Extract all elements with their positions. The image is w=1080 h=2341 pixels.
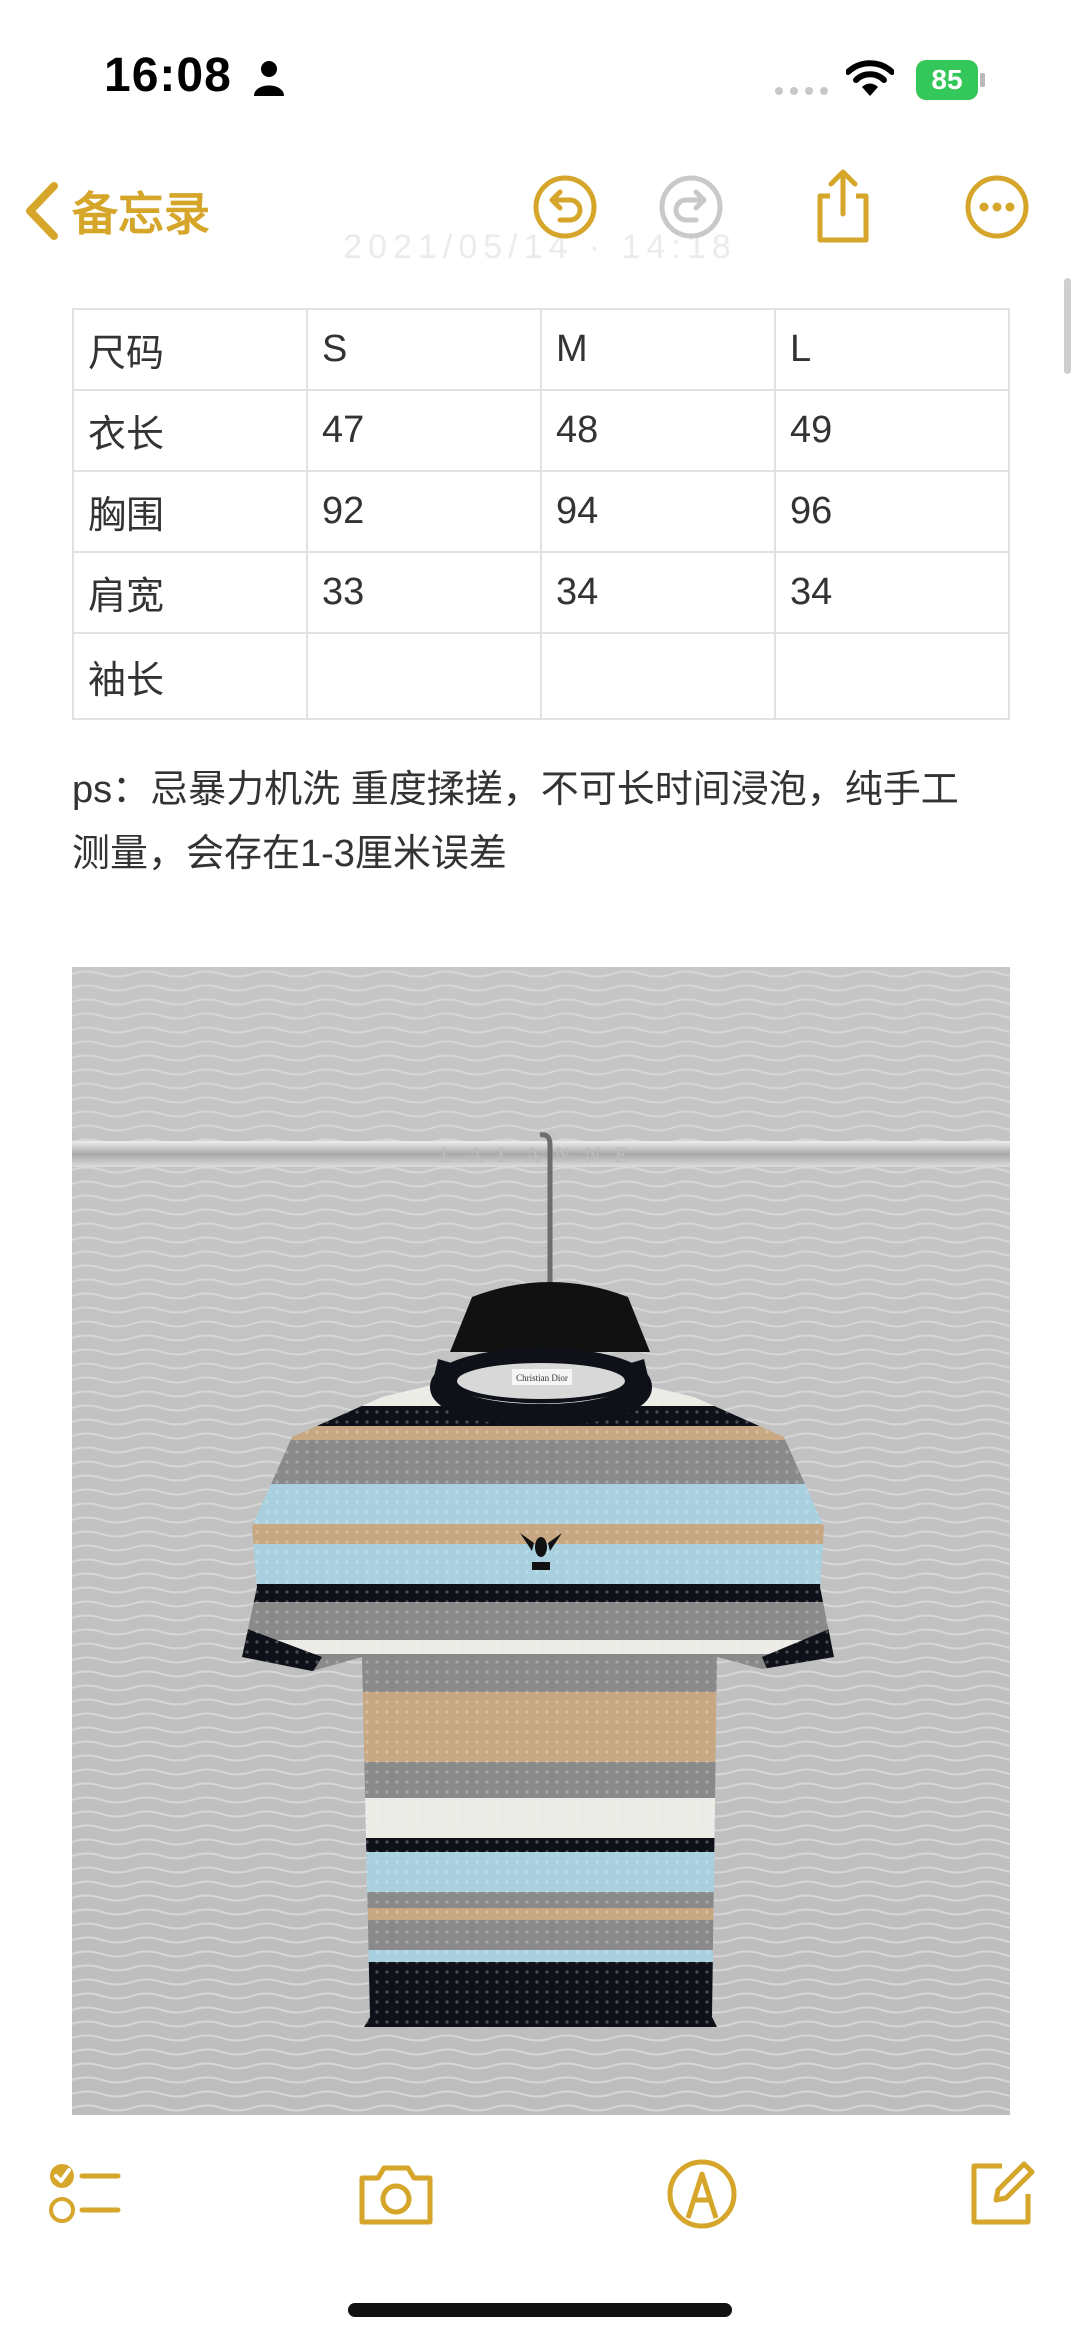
garment-label: Christian Dior [516, 1373, 568, 1383]
wifi-icon [846, 60, 894, 96]
back-label: 备忘录 [72, 188, 210, 240]
cellular-signal-icon [775, 87, 828, 95]
table-cell[interactable]: 胸围 [72, 470, 308, 553]
table-cell[interactable]: 94 [540, 470, 776, 553]
table-cell[interactable]: 48 [540, 389, 776, 472]
size-table: 尺码 S M L 衣长 47 48 49 胸围 92 94 96 肩宽 33 3… [72, 308, 1010, 720]
table-cell[interactable]: 92 [306, 470, 542, 553]
table-cell[interactable]: 尺码 [72, 308, 308, 391]
battery-level: 85 [916, 60, 978, 100]
redo-icon[interactable] [656, 172, 726, 242]
table-cell[interactable]: M [540, 308, 776, 391]
table-row: 肩宽 33 34 34 [72, 551, 1010, 634]
photo-attachment[interactable]: LALANNE Christian Dior [72, 967, 1010, 2115]
chevron-left-icon [26, 182, 58, 240]
table-row: 胸围 92 94 96 [72, 470, 1010, 553]
table-row: 袖长 [72, 632, 1010, 720]
table-row: 衣长 47 48 49 [72, 389, 1010, 472]
table-cell[interactable]: L [774, 308, 1010, 391]
table-cell[interactable] [774, 632, 1010, 720]
home-indicator[interactable] [348, 2303, 732, 2317]
bottom-toolbar [0, 2140, 1080, 2250]
table-cell[interactable] [540, 632, 776, 720]
markup-pen-icon[interactable] [664, 2156, 740, 2232]
camera-icon[interactable] [356, 2156, 436, 2232]
note-line: 测量，会存在1-3厘米误差 [72, 833, 507, 875]
table-row: 尺码 S M L [72, 308, 1010, 391]
table-cell[interactable]: 96 [774, 470, 1010, 553]
back-button[interactable]: 备忘录 [22, 178, 210, 244]
more-icon[interactable] [962, 172, 1032, 242]
battery-indicator: 85 [916, 60, 986, 100]
share-icon[interactable] [808, 166, 878, 246]
undo-icon[interactable] [530, 172, 600, 242]
nav-bar: 2021/05/14 · 14:18 备忘录 [0, 150, 1080, 270]
sweater-photo: LALANNE Christian Dior [72, 967, 1010, 2115]
table-cell[interactable]: 肩宽 [72, 551, 308, 634]
person-icon [254, 61, 284, 96]
note-text[interactable]: ps：忌暴力机洗 重度揉搓，不可长时间浸泡，纯手工 测量，会存在1-3厘米误差 [72, 758, 1012, 886]
compose-icon[interactable] [962, 2156, 1038, 2232]
status-bar: 16:08 85 [0, 0, 1080, 150]
battery-nub [980, 73, 985, 87]
table-cell[interactable]: 34 [774, 551, 1010, 634]
table-cell[interactable] [306, 632, 542, 720]
table-cell[interactable]: 49 [774, 389, 1010, 472]
table-cell[interactable]: 34 [540, 551, 776, 634]
table-cell[interactable]: S [306, 308, 542, 391]
table-cell[interactable]: 33 [306, 551, 542, 634]
checklist-icon[interactable] [46, 2156, 122, 2232]
status-time: 16:08 [104, 49, 232, 102]
scrollbar[interactable] [1064, 278, 1071, 374]
note-line: ps：忌暴力机洗 重度揉搓，不可长时间浸泡，纯手工 [72, 769, 959, 811]
rail-text: LALANNE [440, 1142, 642, 1167]
table-cell[interactable]: 衣长 [72, 389, 308, 472]
table-cell[interactable]: 袖长 [72, 632, 308, 720]
table-cell[interactable]: 47 [306, 389, 542, 472]
